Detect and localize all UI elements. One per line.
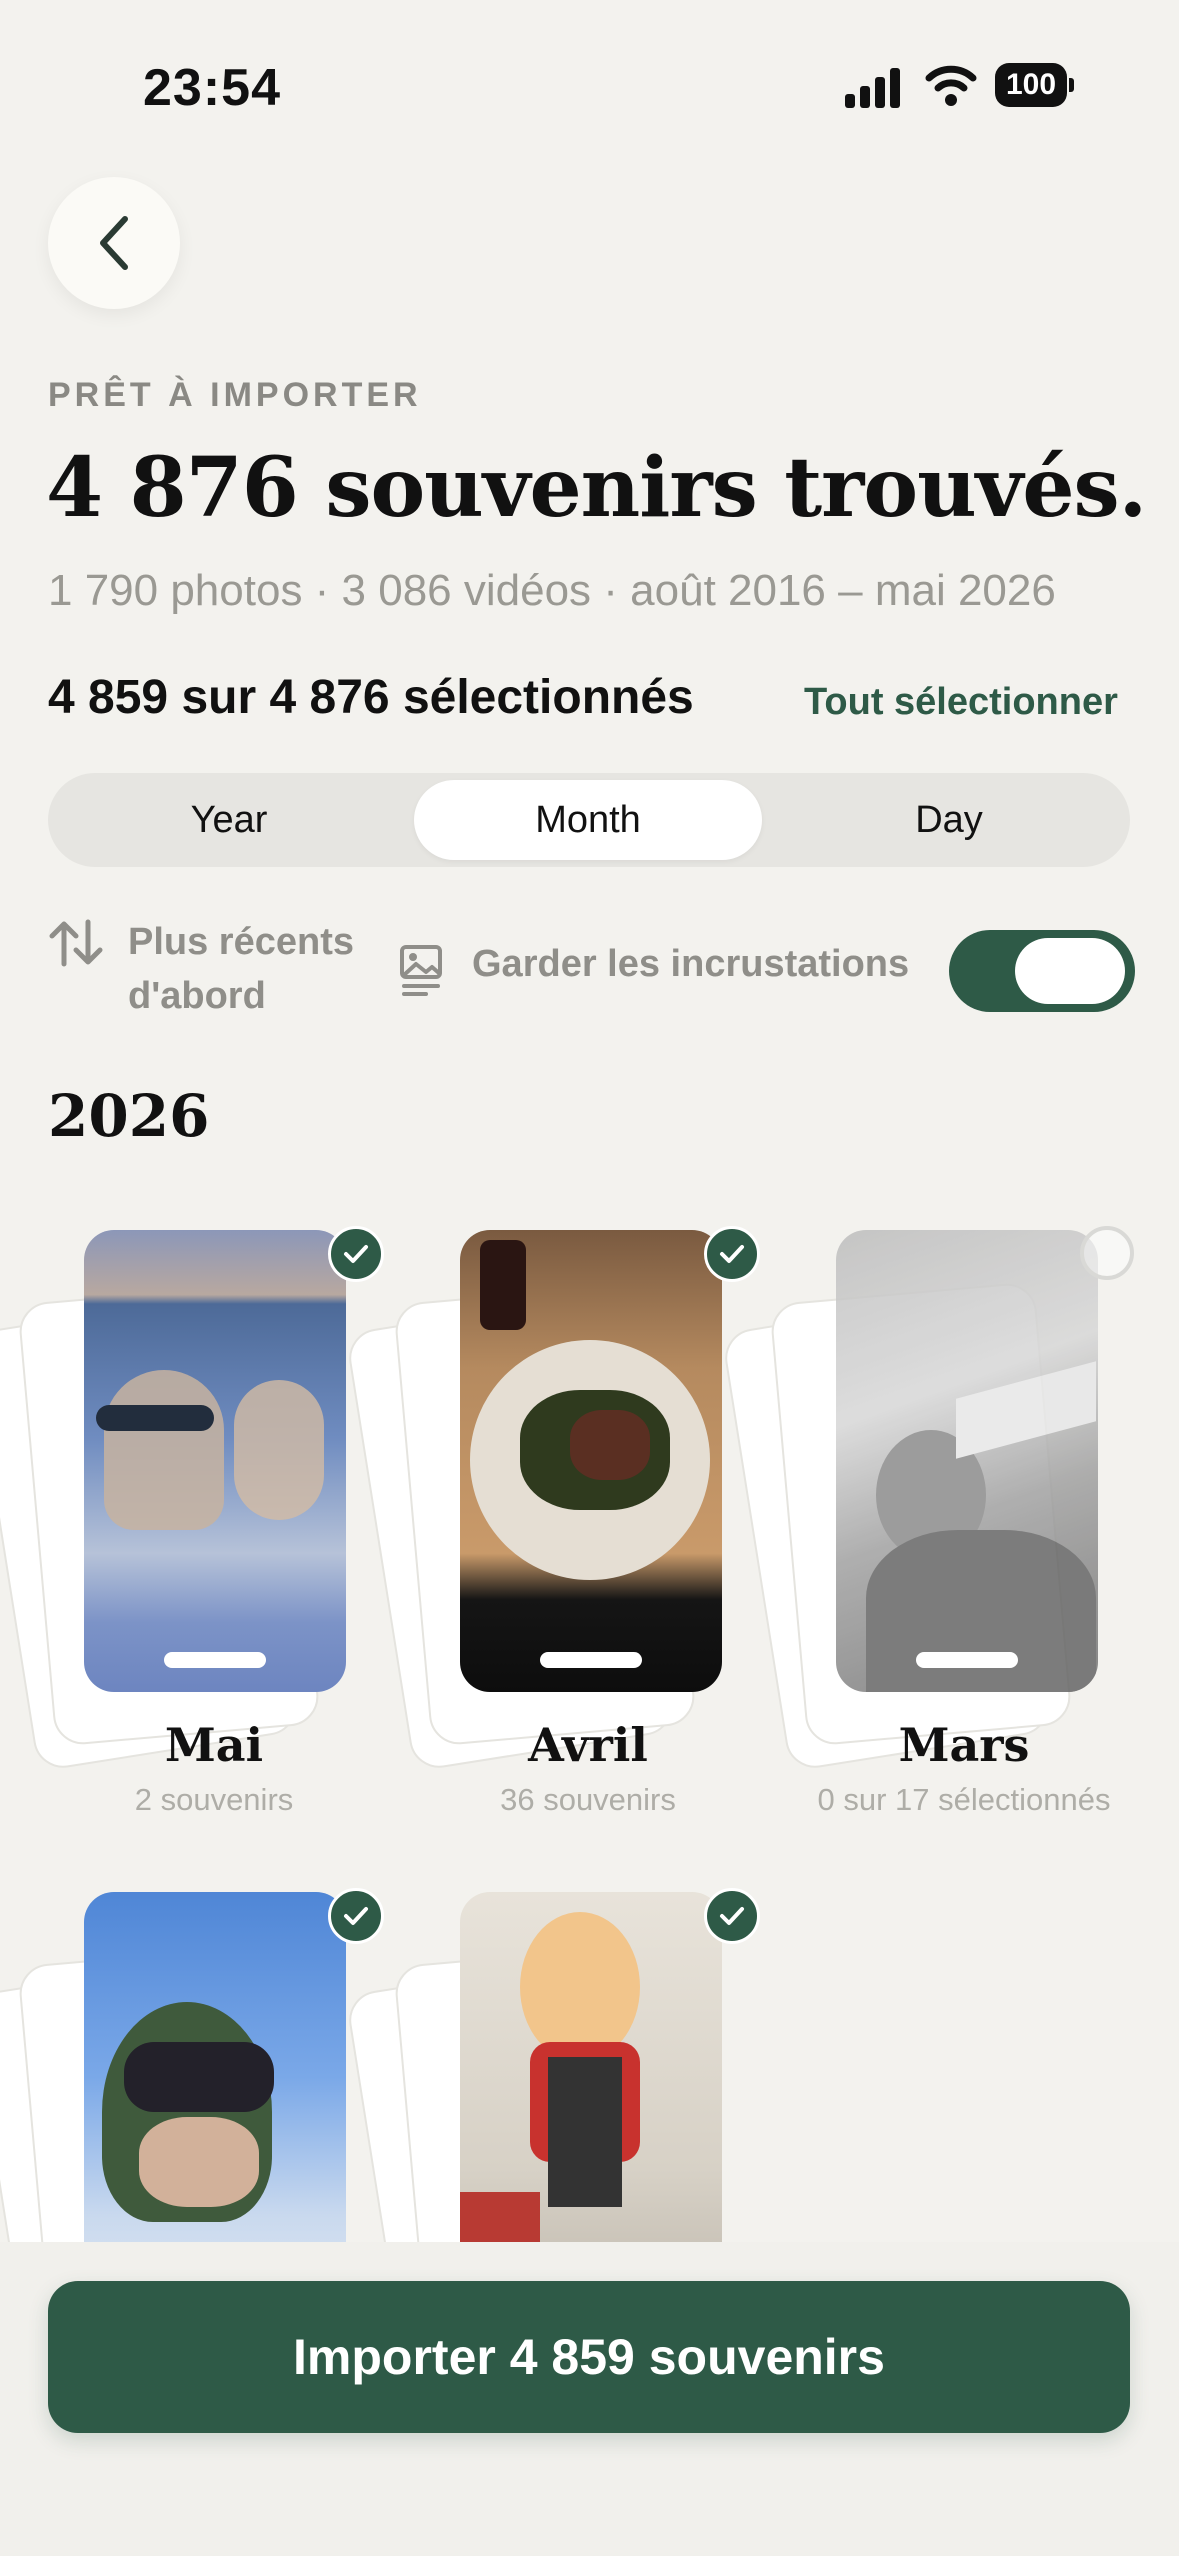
sort-label-line2: d'abord (128, 975, 266, 1017)
month-cover-photo (836, 1230, 1098, 1692)
cellular-signal-icon (845, 66, 903, 108)
month-name: Avril (528, 1718, 648, 1772)
sort-label-line1: Plus récents (128, 921, 354, 963)
month-selected-check-icon[interactable] (704, 1226, 760, 1282)
month-name: Mai (164, 1718, 264, 1772)
segment-day[interactable]: Day (775, 780, 1123, 860)
photo-overlay-icon (400, 945, 442, 996)
page-subtitle: 1 790 photos · 3 086 vidéos · août 2016 … (48, 566, 1056, 615)
chevron-left-icon (100, 216, 128, 270)
month-card-avril[interactable] (344, 1226, 760, 1773)
page-title: 4 876 souvenirs trouvés. (46, 440, 1147, 536)
month-count: 36 souvenirs (500, 1782, 676, 1817)
keep-overlays-toggle[interactable] (949, 930, 1135, 1012)
status-time: 23:54 (143, 59, 281, 117)
import-button[interactable]: Importer 4 859 souvenirs (48, 2281, 1130, 2433)
month-card-mars[interactable] (720, 1226, 1134, 1773)
grouping-segmented-control: Year Month Day (48, 773, 1130, 867)
sort-order-button[interactable]: Plus récents d'abord (128, 915, 354, 1023)
wifi-icon (925, 65, 977, 106)
month-selected-check-icon[interactable] (328, 1888, 384, 1944)
month-cover-photo (84, 1230, 346, 1692)
month-card-mai[interactable] (0, 1226, 384, 1773)
month-cover-photo (460, 1230, 722, 1692)
month-count: 0 sur 17 sélectionnés (817, 1782, 1111, 1817)
segment-year[interactable]: Year (55, 780, 403, 860)
back-button[interactable] (48, 177, 180, 309)
month-unselected-circle-icon[interactable] (1080, 1226, 1134, 1280)
year-heading: 2026 (48, 1082, 210, 1150)
battery-level: 100 (995, 63, 1067, 107)
month-selected-check-icon[interactable] (704, 1888, 760, 1944)
month-selected-check-icon[interactable] (328, 1226, 384, 1282)
selection-count: 4 859 sur 4 876 sélectionnés (48, 671, 694, 724)
sort-arrows-icon (49, 919, 103, 967)
month-name: Mars (898, 1718, 1030, 1772)
segment-month[interactable]: Month (414, 780, 762, 860)
battery-icon: 100 (995, 63, 1075, 107)
select-all-button[interactable]: Tout sélectionner (804, 681, 1118, 724)
month-count: 2 souvenirs (134, 1782, 294, 1817)
keep-overlays-label: Garder les incrustations (472, 943, 910, 985)
eyebrow-label: PRÊT À IMPORTER (48, 376, 422, 414)
